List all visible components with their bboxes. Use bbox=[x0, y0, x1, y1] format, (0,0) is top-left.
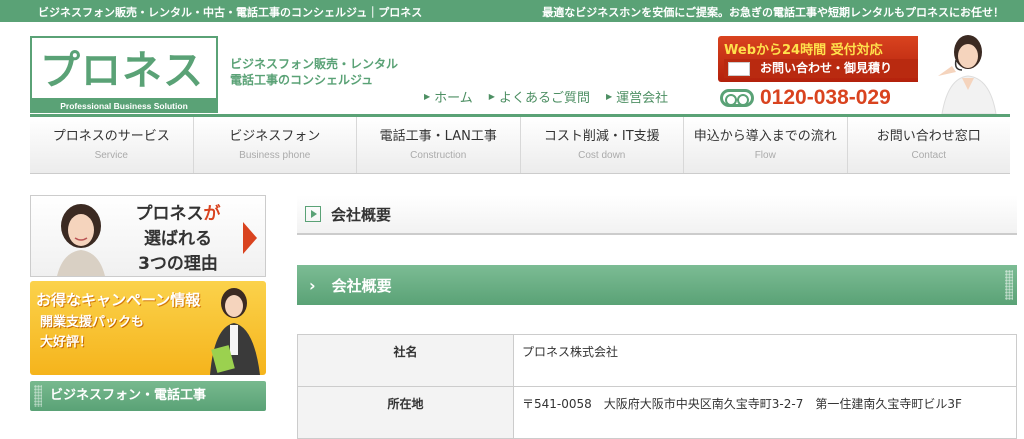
sidebar: プロネスが 選ばれる 3つの理由 お得なキャンペーン情報 開業支援パックも 大好… bbox=[30, 195, 266, 411]
chevron-right-icon: › bbox=[309, 275, 316, 295]
site-logo[interactable]: プロネス Professional Business Solution bbox=[30, 36, 218, 113]
site-tagline: ビジネスフォン販売・レンタル 電話工事のコンシェルジュ bbox=[230, 57, 399, 87]
company-info-table: 社名 プロネス株式会社 所在地 〒541-0058 大阪府大阪市中央区南久宝寺町… bbox=[297, 334, 1017, 439]
top-bar-message: 最適なビジネスホンを安価にご提案。お急ぎの電話工事や短期レンタルもプロネスにお任… bbox=[542, 6, 1004, 19]
page-title: 会社概要 bbox=[331, 205, 392, 224]
campaign-banner[interactable]: お得なキャンペーン情報 開業支援パックも 大好評！ bbox=[30, 281, 266, 375]
reasons-banner-text: プロネスが 選ばれる 3つの理由 bbox=[135, 204, 221, 274]
global-nav: プロネスのサービス Service ビジネスフォン Business phone 電… bbox=[30, 114, 1010, 174]
nav-business-phone[interactable]: ビジネスフォン Business phone bbox=[194, 117, 357, 173]
phone-number[interactable]: 0120-038-029 bbox=[720, 86, 891, 110]
campaign-banner-title: お得なキャンペーン情報 bbox=[36, 291, 201, 309]
campaign-woman-image bbox=[210, 288, 260, 375]
row-value: 〒541-0058 大阪府大阪市中央区南久宝寺町3-2-7 第一住建南久宝寺町ビ… bbox=[513, 386, 1017, 439]
header-nav-company[interactable]: ▶ 運営会社 bbox=[606, 87, 668, 106]
top-bar: ビジネスフォン販売・レンタル・中古・電話工事のコンシェルジュ｜プロネス 最適なビ… bbox=[0, 0, 1024, 22]
sidebar-section-heading[interactable]: ビジネスフォン・電話工事 bbox=[30, 381, 266, 411]
row-key: 所在地 bbox=[297, 386, 514, 439]
logo-subtext: Professional Business Solution bbox=[30, 100, 218, 113]
contact-estimate-button[interactable]: Webから24時間 受付対応 お問い合わせ・御見積り bbox=[718, 36, 930, 82]
cta-contact-label: お問い合わせ・御見積り bbox=[724, 59, 924, 78]
header-nav: ▶ ホーム ▶ よくあるご質問 ▶ 運営会社 bbox=[424, 87, 668, 106]
chevron-right-icon: ▶ bbox=[605, 92, 613, 101]
nav-service[interactable]: プロネスのサービス Service bbox=[30, 117, 194, 173]
nav-flow[interactable]: 申込から導入までの流れ Flow bbox=[684, 117, 848, 173]
campaign-banner-text: 開業支援パックも 大好評！ bbox=[40, 315, 145, 350]
reasons-banner[interactable]: プロネスが 選ばれる 3つの理由 bbox=[30, 195, 266, 277]
section-title: 会社概要 bbox=[331, 276, 392, 295]
row-value: プロネス株式会社 bbox=[513, 334, 1017, 387]
header-nav-home[interactable]: ▶ ホーム bbox=[424, 87, 473, 106]
row-key: 社名 bbox=[297, 334, 514, 387]
page-title-bar: 会社概要 bbox=[297, 195, 1017, 235]
table-row: 所在地 〒541-0058 大阪府大阪市中央区南久宝寺町3-2-7 第一住建南久… bbox=[297, 386, 1017, 439]
site-header: プロネス Professional Business Solution ビジネス… bbox=[0, 22, 1024, 114]
mail-icon bbox=[728, 62, 750, 76]
operator-image bbox=[918, 26, 1006, 114]
play-icon bbox=[305, 206, 321, 222]
nav-contact[interactable]: お問い合わせ窓口 Contact bbox=[848, 117, 1011, 173]
nav-construction[interactable]: 電話工事・LAN工事 Construction bbox=[357, 117, 521, 173]
chevron-right-icon: ▶ bbox=[424, 92, 431, 101]
cta-24h-label: Webから24時間 受付対応 bbox=[724, 43, 883, 58]
main-content: 会社概要 › 会社概要 社名 プロネス株式会社 所在地 〒541-0058 大阪… bbox=[297, 195, 1017, 439]
woman-image bbox=[57, 204, 105, 276]
table-row: 社名 プロネス株式会社 bbox=[297, 334, 1017, 387]
header-nav-faq[interactable]: ▶ よくあるご質問 bbox=[489, 87, 590, 106]
section-heading: › 会社概要 bbox=[297, 265, 1017, 305]
nav-cost-down[interactable]: コスト削減・IT支援 Cost down bbox=[521, 117, 684, 173]
arrow-right-icon bbox=[243, 222, 257, 254]
chevron-right-icon: ▶ bbox=[488, 92, 495, 101]
top-bar-site-description: ビジネスフォン販売・レンタル・中古・電話工事のコンシェルジュ｜プロネス bbox=[38, 6, 423, 19]
freedial-icon bbox=[720, 89, 754, 107]
logo-text: プロネス bbox=[40, 48, 204, 94]
